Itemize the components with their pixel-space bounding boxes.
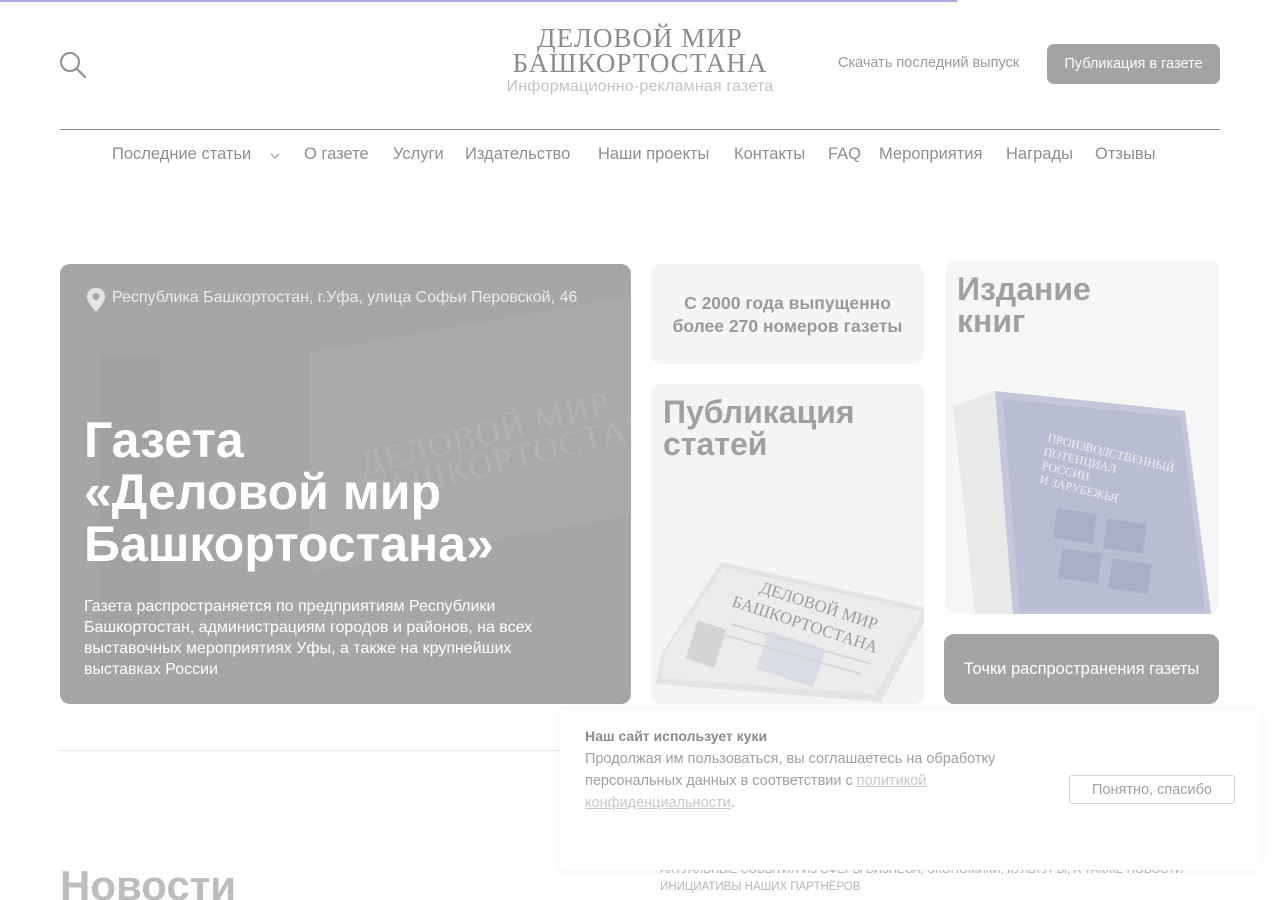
search-icon[interactable] <box>58 50 88 80</box>
books-title-line1: Издание <box>957 271 1091 307</box>
cookie-title: Наш сайт использует куки <box>585 728 768 744</box>
hero-description: Газета распространяется по предприятиям … <box>84 598 533 678</box>
nav-item-contacts[interactable]: Контакты <box>734 145 805 164</box>
main-nav: Последние статьи О газете Услуги Издател… <box>0 145 1280 169</box>
hero-title-line3: Башкортостана» <box>84 516 494 572</box>
hero-card: ДЕЛОВОЙ МИР БАШКОРТОСТАНА Республика Баш… <box>60 264 631 704</box>
newspaper-image: ДЕЛОВОЙ МИР БАШКОРТОСТАНА <box>656 562 924 702</box>
nav-item-faq[interactable]: FAQ <box>828 145 861 164</box>
scroll-progress-bar <box>0 0 958 2</box>
nav-item-projects[interactable]: Наши проекты <box>598 145 709 164</box>
nav-item-reviews[interactable]: Отзывы <box>1095 145 1155 164</box>
issues-stat-card: С 2000 года выпущенно более 270 номеров … <box>651 264 924 364</box>
cookie-banner: Наш сайт использует куки Продолжая им по… <box>560 710 1260 870</box>
download-latest-issue-link[interactable]: Скачать последний выпуск <box>838 55 1019 71</box>
article-publication-card[interactable]: Публикация статей ДЕЛОВОЙ МИР БАШКОРТОСТ… <box>651 384 924 704</box>
nav-item-latest-articles[interactable]: Последние статьи <box>112 145 251 164</box>
cookie-text: Продолжая им пользоваться, вы соглашаете… <box>585 748 1025 814</box>
header-divider <box>60 129 1220 130</box>
nav-item-awards[interactable]: Награды <box>1006 145 1073 164</box>
site-logo[interactable]: ДЕЛОВОЙ МИР БАШКОРТОСТАНА Информационно-… <box>480 25 800 96</box>
publication-card-title: Публикация статей <box>663 396 855 460</box>
section-divider <box>60 750 560 751</box>
news-section-title: Новости <box>60 862 237 900</box>
hero-address: Республика Башкортостан, г.Уфа, улица Со… <box>112 289 578 306</box>
cookie-text-main: Продолжая им пользоваться, вы соглашаете… <box>585 751 996 789</box>
stat-line2: более 270 номеров газеты <box>672 316 903 336</box>
books-card-title: Издание книг <box>957 273 1091 337</box>
hero-title: Газета «Деловой мир Башкортостана» <box>84 414 604 570</box>
publication-title-line1: Публикация <box>663 394 855 430</box>
book-publishing-card[interactable]: Издание книг ПРОИЗВОДСТВЕННЫЙ ПОТЕНЦИАЛ … <box>945 261 1219 614</box>
cookie-accept-button[interactable]: Понятно, спасибо <box>1069 775 1235 804</box>
publication-title-line2: статей <box>663 426 768 462</box>
publish-in-newspaper-button[interactable]: Публикация в газете <box>1047 44 1220 84</box>
logo-subtitle: Информационно-рекламная газета <box>506 78 774 95</box>
stat-line1: С 2000 года выпущенно <box>684 293 891 313</box>
nav-item-publishing[interactable]: Издательство <box>465 145 570 164</box>
hero-title-line1: Газета <box>84 412 244 468</box>
cookie-text-end: . <box>730 795 735 811</box>
chevron-down-icon[interactable] <box>268 149 282 163</box>
nav-item-services[interactable]: Услуги <box>393 145 444 164</box>
hero-title-line2: «Деловой мир <box>84 464 442 520</box>
logo-title-line2: БАШКОРТОСТАНА <box>512 48 768 78</box>
books-title-line2: книг <box>957 303 1026 339</box>
distribution-points-button[interactable]: Точки распространения газеты <box>944 634 1219 704</box>
book-image: ПРОИЗВОДСТВЕННЫЙ ПОТЕНЦИАЛ РОССИИ И ЗАРУ… <box>953 391 1211 614</box>
nav-item-events[interactable]: Мероприятия <box>879 145 982 164</box>
nav-item-about[interactable]: О газете <box>304 145 369 164</box>
location-pin-icon <box>87 288 105 312</box>
